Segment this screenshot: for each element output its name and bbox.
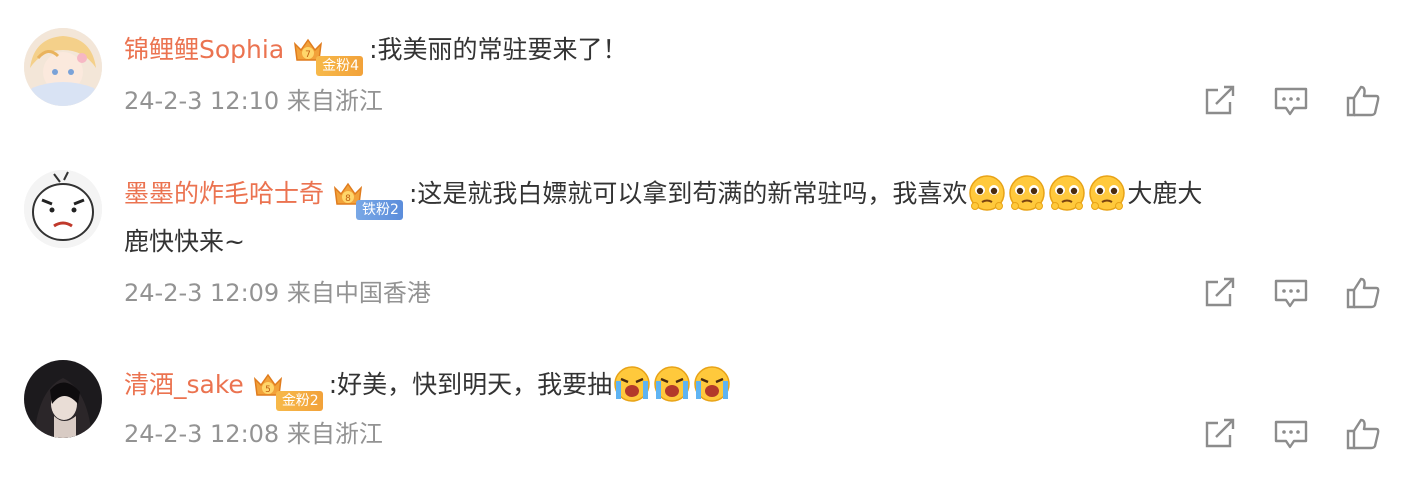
- location: 来自中国香港: [286, 279, 431, 307]
- svg-text:8: 8: [345, 194, 351, 204]
- username-link[interactable]: 锦鲤鲤Sophia: [124, 35, 284, 64]
- svg-text:7: 7: [305, 50, 311, 60]
- username-link[interactable]: 清酒_sake: [124, 370, 244, 399]
- fan-badge[interactable]: 8 铁粉2: [332, 178, 403, 220]
- comment-actions: [1202, 84, 1380, 118]
- comment-meta: 24-2-3 12:09 来自中国香港: [124, 278, 431, 308]
- comment-actions: [1202, 417, 1380, 451]
- comment-text: 鹿快快来~: [124, 227, 245, 256]
- pleading-face-emoji: [1087, 172, 1127, 212]
- share-icon[interactable]: [1202, 276, 1238, 310]
- comment-text: :好美，快到明天，我要抽: [328, 370, 613, 399]
- username-link[interactable]: 墨墨的炸毛哈士奇: [124, 179, 324, 208]
- timestamp: 24-2-3 12:08: [124, 420, 280, 448]
- comment-line: 锦鲤鲤Sophia 7 金粉4 :我美丽的常驻要来了！: [124, 27, 1379, 76]
- comment-meta: 24-2-3 12:10 来自浙江: [124, 86, 383, 116]
- comment-icon[interactable]: [1273, 276, 1309, 310]
- share-icon[interactable]: [1202, 417, 1238, 451]
- comment-line: 清酒_sake 5 金粉2 :好美，快到明天，我要抽: [124, 362, 1379, 411]
- pleading-face-emoji: [1047, 172, 1087, 212]
- fan-badge[interactable]: 5 金粉2: [252, 369, 323, 411]
- comment-text: :我美丽的常驻要来了！: [369, 35, 628, 64]
- pleading-face-emoji: [1007, 172, 1047, 212]
- timestamp: 24-2-3 12:09: [124, 279, 280, 307]
- avatar[interactable]: [24, 170, 102, 248]
- badge-label: 铁粉2: [356, 200, 403, 220]
- pleading-face-emoji: [967, 172, 1007, 212]
- location: 来自浙江: [286, 420, 383, 448]
- share-icon[interactable]: [1202, 84, 1238, 118]
- like-icon[interactable]: [1345, 417, 1381, 451]
- comment-text: 大鹿大: [1127, 179, 1203, 208]
- avatar[interactable]: [24, 360, 102, 438]
- timestamp: 24-2-3 12:10: [124, 87, 280, 115]
- comment-line: 鹿快快来~: [124, 219, 1379, 265]
- avatar[interactable]: [24, 28, 102, 106]
- crying-face-emoji: [692, 363, 732, 403]
- comment-text: :这是就我白嫖就可以拿到苟满的新常驻吗，我喜欢: [408, 179, 968, 208]
- comment-meta: 24-2-3 12:08 来自浙江: [124, 419, 383, 449]
- badge-label: 金粉2: [275, 391, 323, 411]
- location: 来自浙江: [286, 87, 383, 115]
- comment-line: 墨墨的炸毛哈士奇 8 铁粉2 :这是就我白嫖就可以拿到苟满的新常驻吗，我喜欢 大鹿…: [124, 171, 1379, 220]
- comment-icon[interactable]: [1273, 84, 1309, 118]
- comment-actions: [1202, 276, 1380, 310]
- crying-face-emoji: [652, 363, 692, 403]
- comment-icon[interactable]: [1273, 417, 1309, 451]
- like-icon[interactable]: [1345, 276, 1381, 310]
- svg-text:5: 5: [265, 385, 271, 395]
- crying-face-emoji: [612, 363, 652, 403]
- fan-badge[interactable]: 7 金粉4: [292, 34, 364, 76]
- badge-label: 金粉4: [316, 56, 364, 76]
- like-icon[interactable]: [1345, 84, 1381, 118]
